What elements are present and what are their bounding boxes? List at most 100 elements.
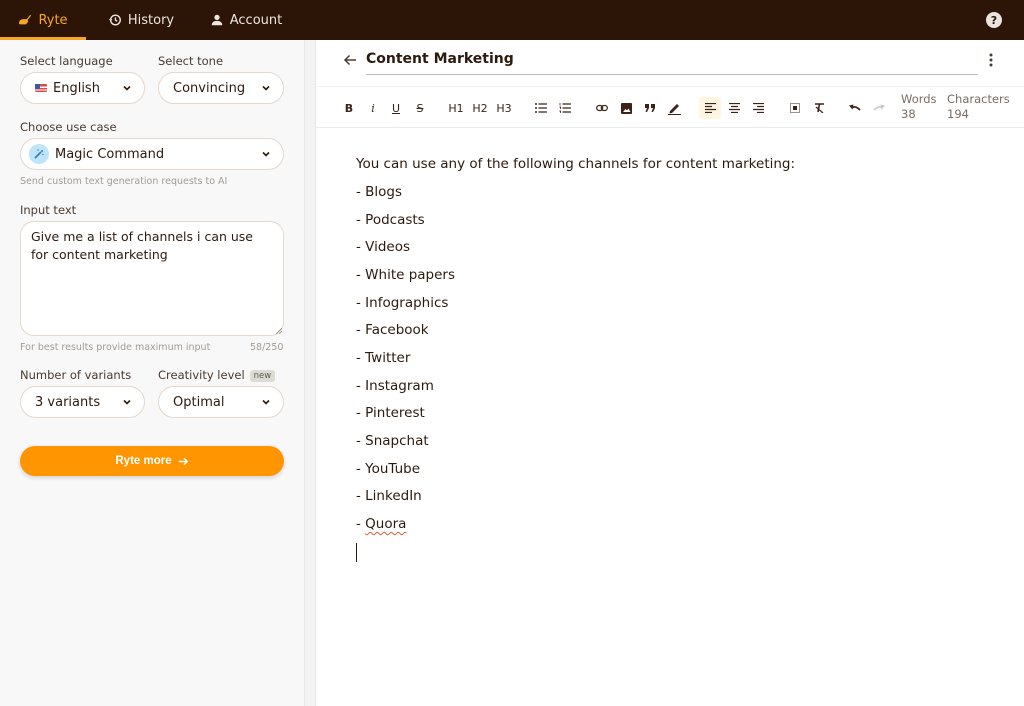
nav-tab-account[interactable]: Account	[196, 0, 296, 40]
editor-header: Content Marketing	[316, 40, 1024, 86]
undo-icon	[849, 104, 861, 111]
list-item: - Videos	[356, 239, 411, 255]
align-center-button[interactable]	[725, 97, 743, 119]
heading1-button[interactable]: H1	[447, 97, 465, 119]
redo-icon	[873, 104, 885, 111]
highlight-button[interactable]	[665, 97, 683, 119]
word-count: Words 38	[901, 92, 937, 122]
list-item: - Facebook	[356, 322, 429, 338]
list-item: - Snapchat	[356, 433, 429, 449]
tone-select[interactable]: Convincing	[158, 72, 284, 104]
select-all-button[interactable]	[786, 97, 804, 119]
editor-content[interactable]: You can use any of the following channel…	[316, 128, 1024, 706]
new-badge: new	[249, 370, 276, 382]
nav-tab-label: Ryte	[38, 12, 68, 28]
chevron-down-icon	[262, 399, 270, 405]
use-case-label: Choose use case	[20, 120, 117, 134]
heading2-button[interactable]: H2	[471, 97, 489, 119]
nav-tab-label: Account	[229, 12, 283, 28]
variants-label: Number of variants	[20, 368, 132, 382]
input-textarea[interactable]	[20, 221, 284, 336]
bullet-list-icon	[535, 103, 547, 113]
bullet-list-button[interactable]	[532, 97, 550, 119]
align-center-icon	[728, 103, 740, 113]
language-label: Select language	[20, 54, 113, 68]
back-arrow-icon[interactable]	[342, 52, 358, 68]
image-button[interactable]	[617, 97, 635, 119]
use-case-value: Magic Command	[55, 146, 165, 162]
numbered-list-button[interactable]	[556, 97, 574, 119]
tone-label: Select tone	[158, 54, 224, 68]
character-count-label: Characters	[947, 92, 1010, 106]
nav-tab-history[interactable]: History	[86, 0, 196, 40]
bold-button[interactable]: B	[340, 97, 358, 119]
magic-wand-icon	[29, 144, 49, 164]
writing-hand-icon	[19, 14, 32, 25]
nav-tab-ryte[interactable]: Ryte	[0, 0, 86, 40]
top-nav: Ryte History Account ?	[0, 0, 1024, 40]
align-left-icon	[704, 103, 716, 113]
image-icon	[620, 102, 632, 114]
character-count-value: 194	[947, 107, 969, 121]
heading3-button[interactable]: H3	[495, 97, 513, 119]
select-all-icon	[790, 103, 800, 113]
document-title-input[interactable]: Content Marketing	[366, 48, 978, 75]
text-cursor	[356, 543, 357, 562]
list-item: - LinkedIn	[356, 488, 422, 504]
creativity-label: Creativity level new	[158, 368, 276, 382]
us-flag-icon	[35, 84, 47, 92]
creativity-value: Optimal	[173, 394, 225, 410]
list-item: - Twitter	[356, 350, 411, 366]
list-item: - Quora	[356, 516, 406, 532]
use-case-hint: Send custom text generation requests to …	[20, 176, 228, 187]
redo-button[interactable]	[870, 97, 888, 119]
list-item: - YouTube	[356, 461, 421, 477]
clear-format-button[interactable]	[810, 97, 828, 119]
list-item: - Podcasts	[356, 212, 425, 228]
creativity-label-text: Creativity level	[158, 368, 245, 382]
list-item-prefix: -	[356, 516, 366, 532]
input-text-label: Input text	[20, 203, 77, 217]
resize-handle-icon[interactable]	[276, 328, 282, 334]
link-icon	[596, 104, 608, 112]
ryte-more-label: Ryte more	[115, 455, 172, 467]
nav-tab-label: History	[127, 12, 175, 28]
sidebar-scrollbar[interactable]	[304, 40, 316, 706]
content-intro: You can use any of the following channel…	[356, 156, 796, 172]
language-select[interactable]: English	[20, 72, 145, 104]
link-button[interactable]	[593, 97, 611, 119]
ryte-more-button[interactable]: Ryte more	[20, 446, 284, 476]
align-right-icon	[752, 103, 764, 113]
input-hint: For best results provide maximum input	[20, 342, 211, 353]
undo-button[interactable]	[846, 97, 864, 119]
character-count: Characters 194	[947, 92, 1010, 122]
help-icon[interactable]: ?	[986, 12, 1002, 28]
pen-icon	[667, 103, 681, 115]
history-icon	[108, 14, 121, 26]
language-value: English	[53, 80, 100, 96]
list-item: - Instagram	[356, 378, 434, 394]
more-options-icon[interactable]	[988, 52, 994, 68]
use-case-select[interactable]: Magic Command	[20, 138, 284, 170]
editor-toolbar: B i U S H1 H2 H3 Words 38 Characters 194	[316, 86, 1024, 128]
strikethrough-button[interactable]: S	[411, 97, 429, 119]
input-char-counter: 58/250	[250, 342, 284, 353]
numbered-list-icon	[559, 103, 571, 113]
align-right-button[interactable]	[749, 97, 767, 119]
creativity-select[interactable]: Optimal	[158, 386, 284, 418]
italic-button[interactable]: i	[364, 97, 382, 119]
list-item: - Infographics	[356, 295, 449, 311]
quote-button[interactable]	[641, 97, 659, 119]
chevron-down-icon	[123, 399, 131, 405]
list-item: - Blogs	[356, 184, 403, 200]
align-left-button[interactable]	[699, 97, 721, 119]
misspelled-word: Quora	[365, 516, 407, 532]
tone-value: Convincing	[173, 80, 246, 96]
variants-select[interactable]: 3 variants	[20, 386, 145, 418]
quote-icon	[645, 104, 655, 112]
variants-value: 3 variants	[35, 394, 101, 410]
underline-button[interactable]: U	[387, 97, 405, 119]
word-count-label: Words	[901, 92, 937, 106]
chevron-down-icon	[262, 85, 270, 91]
chevron-down-icon	[262, 151, 270, 157]
